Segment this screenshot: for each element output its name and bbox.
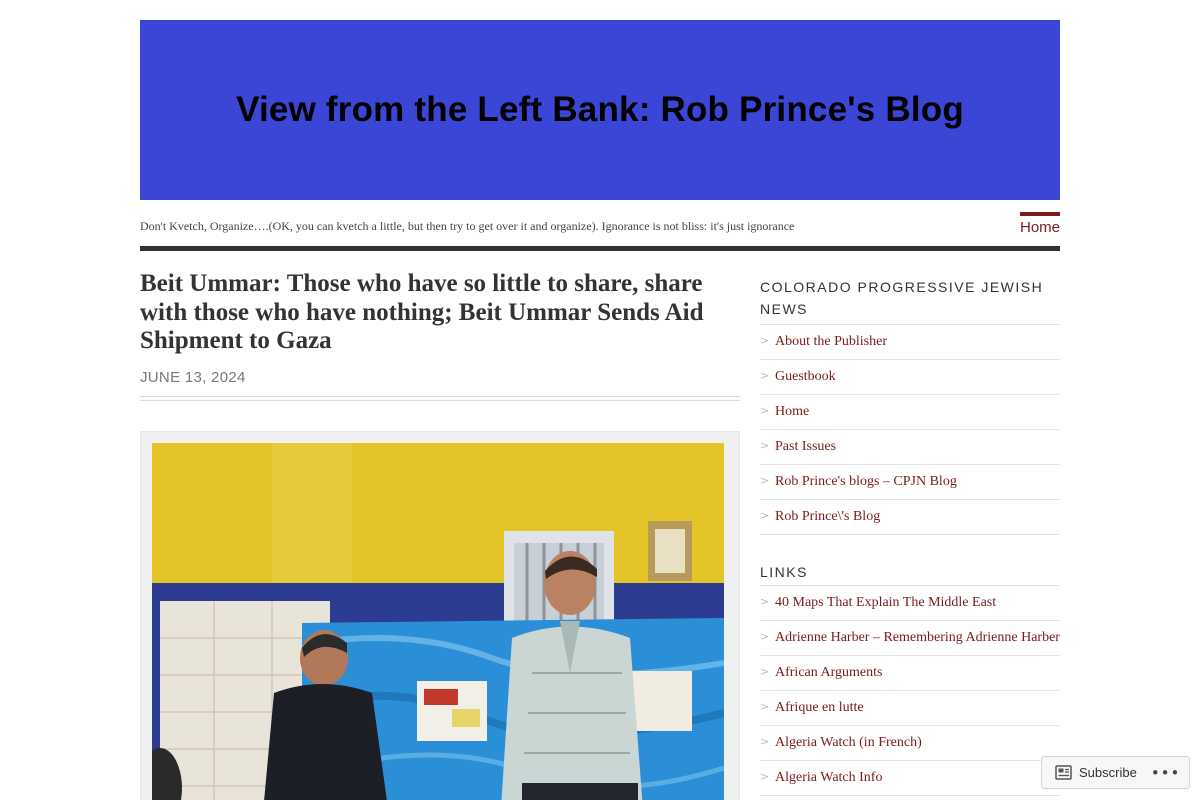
sidebar-link[interactable]: > Rob Prince's blogs – CPJN Blog (760, 465, 1060, 500)
sidebar-link-label[interactable]: Home (775, 404, 809, 420)
chevron-right-icon: > (760, 595, 770, 608)
chevron-right-icon: > (760, 404, 770, 417)
sidebar-link-label[interactable]: Rob Prince\'s Blog (775, 509, 880, 525)
sidebar-link-label[interactable]: About the Publisher (775, 334, 887, 350)
nav-home-link[interactable]: Home (1020, 212, 1060, 236)
subscribe-button[interactable]: Subscribe (1042, 765, 1137, 780)
sidebar-link[interactable]: > Guestbook (760, 360, 1060, 395)
sidebar-link[interactable]: > Algeria Watch (in French) (760, 726, 1060, 761)
sidebar-link[interactable]: > Algeria Watch Info (760, 761, 1060, 796)
header-divider (140, 246, 1060, 251)
chevron-right-icon: > (760, 334, 770, 347)
links-list: >40 Maps That Explain The Middle East > A… (760, 585, 1060, 796)
site-tagline: Don't Kvetch, Organize….(OK, you can kve… (140, 219, 795, 233)
sidebar-link-label[interactable]: Adrienne Harber – Remembering Adrienne H… (775, 630, 1060, 646)
sidebar-link-label[interactable]: Past Issues (775, 439, 836, 455)
widget-links: LINKS >40 Maps That Explain The Middle E… (760, 561, 1060, 796)
chevron-right-icon: > (760, 665, 770, 678)
chevron-right-icon: > (760, 439, 770, 452)
sidebar-link[interactable]: > African Arguments (760, 656, 1060, 691)
subscribe-bar: Subscribe ••• (1041, 756, 1190, 789)
sidebar-link[interactable]: > Rob Prince\'s Blog (760, 500, 1060, 535)
sidebar-link[interactable]: > Past Issues (760, 430, 1060, 465)
post-title[interactable]: Beit Ummar: Those who have so little to … (140, 270, 740, 356)
sidebar-link[interactable]: > About the Publisher (760, 325, 1060, 360)
sidebar-link[interactable]: > Afrique en lutte (760, 691, 1060, 726)
sidebar-link-label[interactable]: 40 Maps That Explain The Middle East (775, 595, 996, 611)
cpjn-link-list: > About the Publisher > Guestbook > Home > P… (760, 324, 1060, 535)
chevron-right-icon: > (760, 369, 770, 382)
sidebar-link-label[interactable]: Guestbook (775, 369, 836, 385)
photo-aid-shipment (152, 443, 724, 800)
sidebar-link[interactable]: > Adrienne Harber – Remembering Adrienne … (760, 621, 1060, 656)
more-horizontal-icon[interactable]: ••• (1151, 764, 1181, 782)
sidebar-link-label[interactable]: Afrique en lutte (775, 700, 864, 716)
sidebar-link[interactable]: >40 Maps That Explain The Middle East (760, 586, 1060, 621)
featured-image[interactable] (152, 443, 724, 800)
sidebar-link[interactable]: > Home (760, 395, 1060, 430)
header-banner[interactable]: View from the Left Bank: Rob Prince's Bl… (140, 20, 1060, 200)
sidebar-link-label[interactable]: African Arguments (775, 665, 882, 681)
chevron-right-icon: > (760, 700, 770, 713)
sidebar: COLORADO PROGRESSIVE JEWISH NEWS > About … (760, 276, 1060, 796)
post-date[interactable]: JUNE 13, 2024 (140, 369, 246, 386)
widget-title-cpjn: COLORADO PROGRESSIVE JEWISH NEWS (760, 279, 1044, 317)
chevron-right-icon: > (760, 509, 770, 522)
chevron-right-icon: > (760, 735, 770, 748)
sidebar-link-label[interactable]: Rob Prince's blogs – CPJN Blog (775, 474, 957, 490)
post-divider (140, 396, 740, 401)
widget-cpjn: COLORADO PROGRESSIVE JEWISH NEWS > About … (760, 276, 1060, 535)
site-title[interactable]: View from the Left Bank: Rob Prince's Bl… (140, 90, 1060, 130)
chevron-right-icon: > (760, 770, 770, 783)
featured-image-frame (140, 431, 740, 800)
reader-subscribe-icon (1055, 765, 1072, 780)
subscribe-label[interactable]: Subscribe (1079, 765, 1137, 780)
widget-title-links: LINKS (760, 564, 808, 580)
sidebar-link-label[interactable]: Algeria Watch Info (775, 770, 882, 786)
chevron-right-icon: > (760, 630, 770, 643)
sidebar-link-label[interactable]: Algeria Watch (in French) (775, 735, 922, 751)
chevron-right-icon: > (760, 474, 770, 487)
